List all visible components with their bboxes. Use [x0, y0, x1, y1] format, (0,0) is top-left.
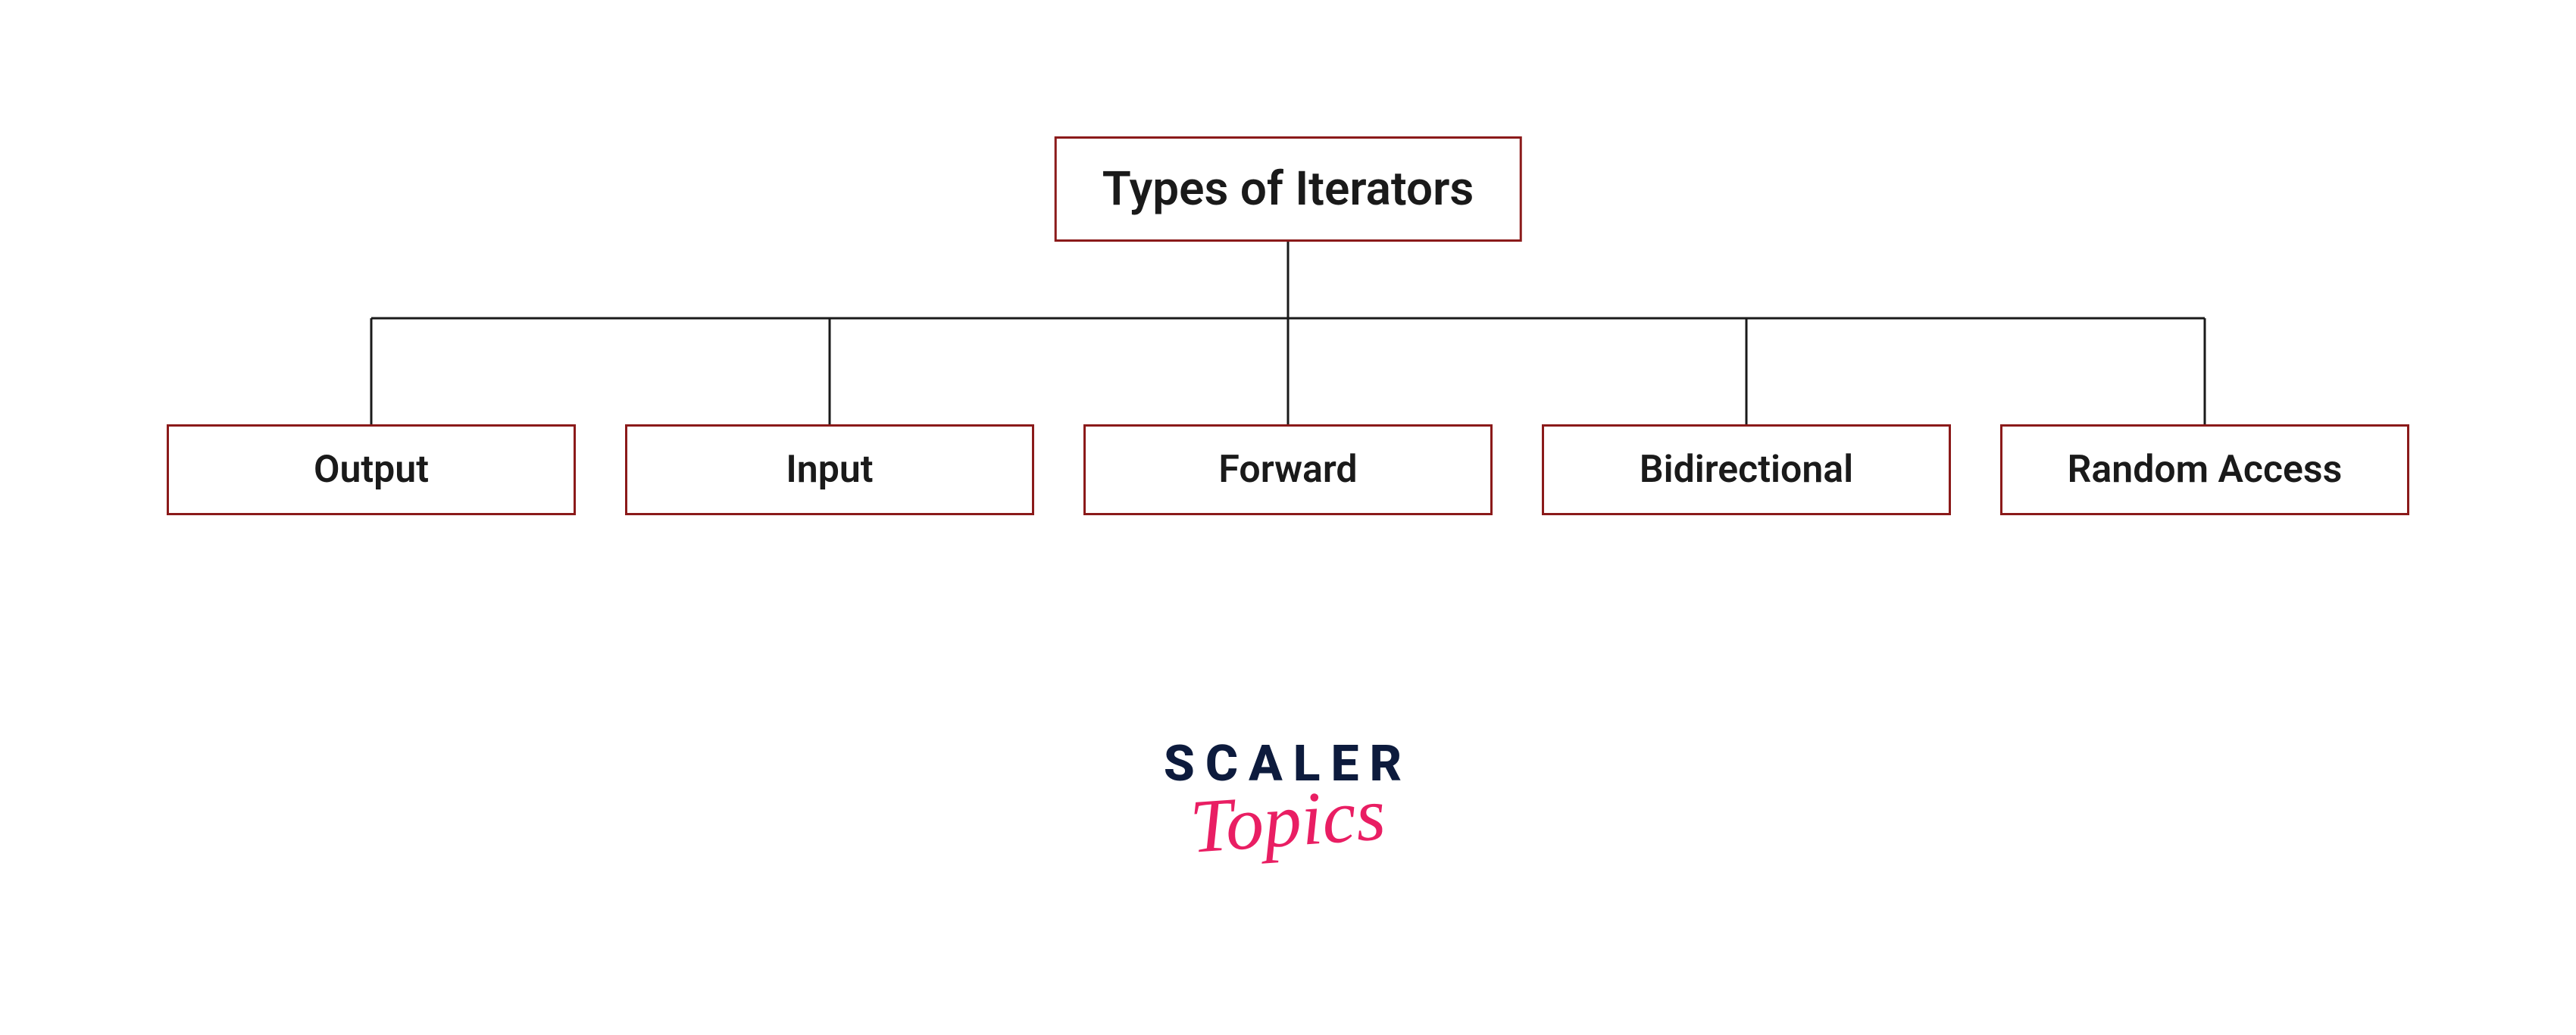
child-node-random-access: Random Access: [2000, 424, 2409, 515]
child-label: Input: [786, 448, 873, 492]
scaler-topics-logo: SCALER Topics: [1164, 735, 1412, 864]
child-node-output: Output: [167, 424, 576, 515]
child-label: Forward: [1218, 448, 1357, 492]
root-node: Types of Iterators: [1055, 136, 1522, 242]
child-label: Random Access: [2068, 448, 2343, 492]
child-label: Bidirectional: [1640, 448, 1853, 492]
children-row: Output Input Forward Bidirectional Rando…: [152, 424, 2424, 515]
child-label: Output: [314, 448, 429, 492]
child-node-bidirectional: Bidirectional: [1542, 424, 1951, 515]
logo-line2: Topics: [1188, 770, 1389, 871]
child-node-input: Input: [625, 424, 1034, 515]
child-node-forward: Forward: [1083, 424, 1493, 515]
root-label: Types of Iterators: [1102, 161, 1474, 217]
